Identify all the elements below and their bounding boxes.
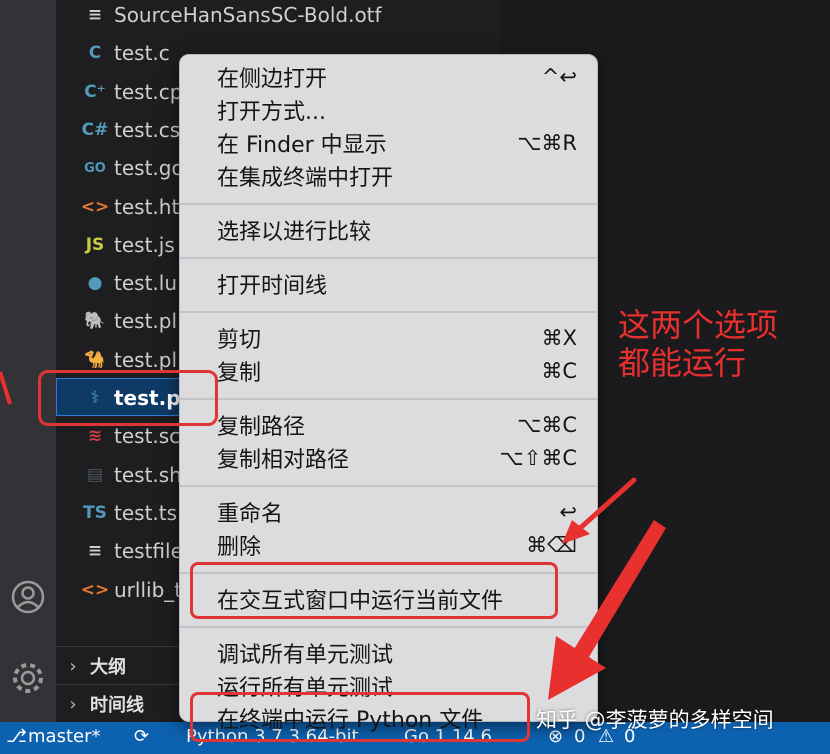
arrow-large [548, 520, 666, 700]
arrow-left-edge [0, 371, 12, 405]
watermark: 知乎 @李菠萝的多样空间 [536, 708, 774, 732]
annotation-line-1: 这两个选项 [618, 306, 779, 344]
arrow-small [562, 477, 637, 544]
annotation-text: 这两个选项 都能运行 [618, 306, 778, 382]
annotation-line-2: 都能运行 [618, 344, 747, 382]
